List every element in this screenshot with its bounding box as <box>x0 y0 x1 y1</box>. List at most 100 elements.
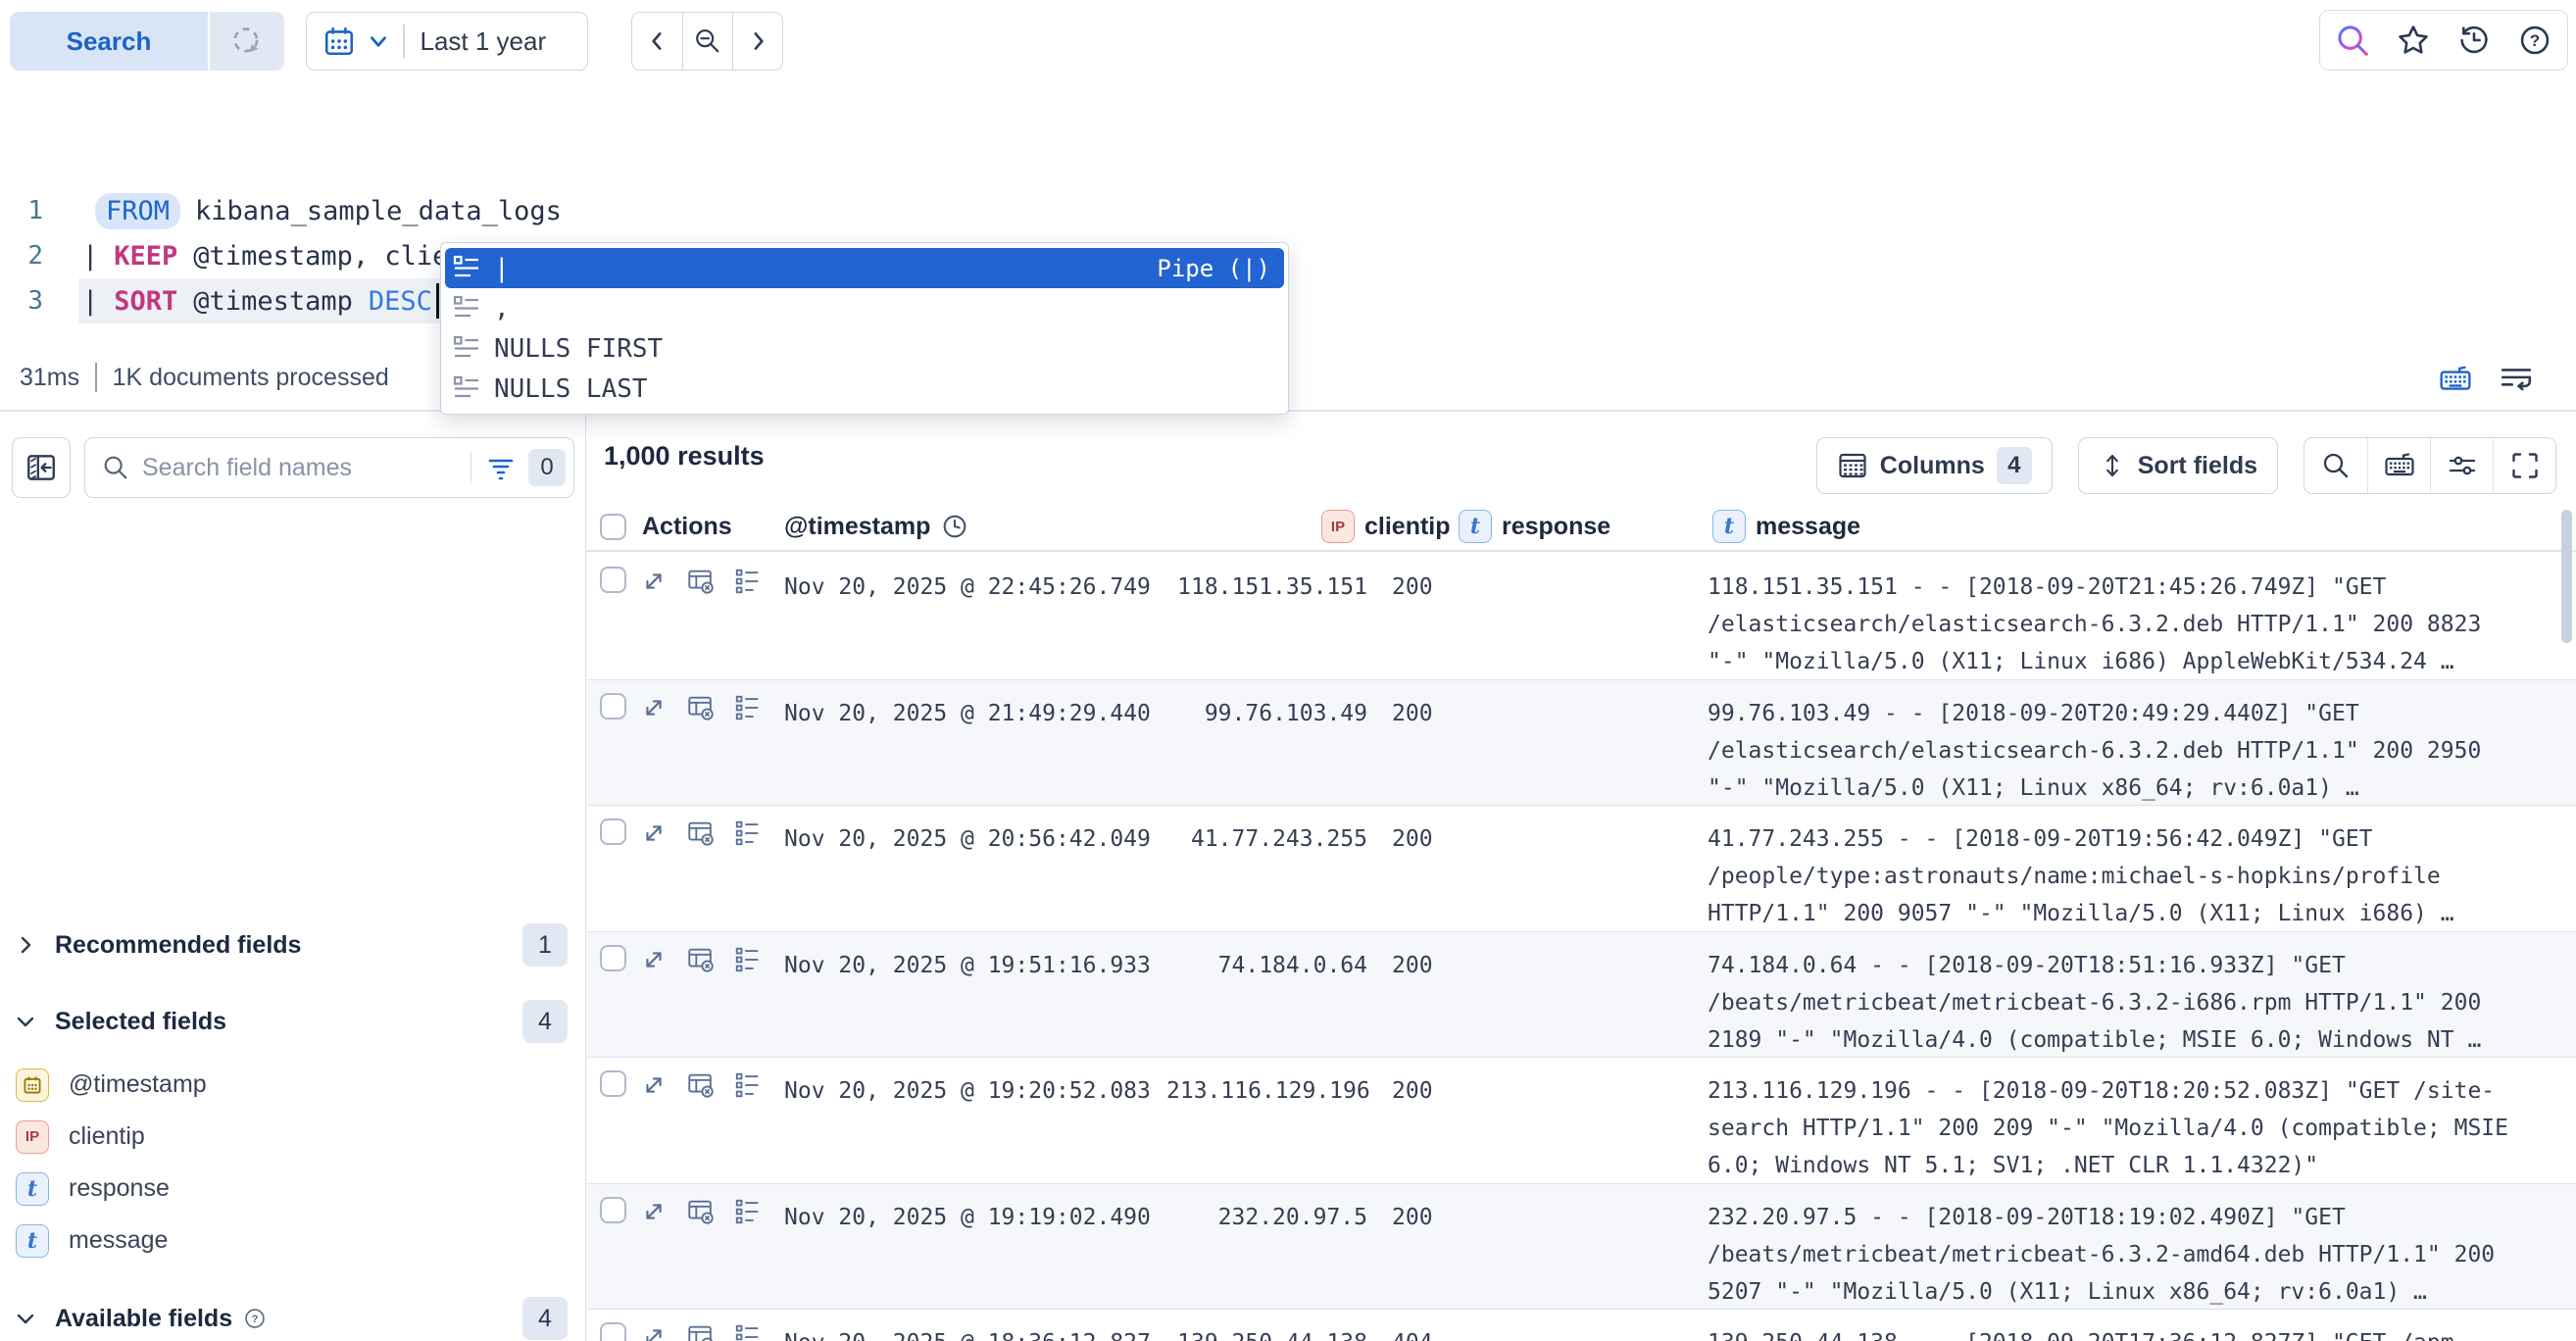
message-cell[interactable]: 74.184.0.64 - - [2018-09-20T18:51:16.933… <box>1708 932 2576 1058</box>
recent-history-icon[interactable] <box>2455 22 2493 59</box>
row-checkbox[interactable] <box>600 1322 626 1341</box>
expand-document-icon[interactable] <box>639 693 670 724</box>
view-details-icon[interactable] <box>733 693 765 724</box>
refresh-icon <box>229 24 265 59</box>
timestamp-header[interactable]: @timestamp <box>784 503 969 550</box>
response-cell[interactable]: 200 <box>1367 554 1708 679</box>
clientip-cell[interactable]: 139.250.44.138 <box>1166 1310 1367 1341</box>
expand-document-icon[interactable] <box>639 819 670 850</box>
clientip-cell[interactable]: 41.77.243.255 <box>1166 806 1367 931</box>
search-submit-button[interactable]: Search <box>10 12 208 71</box>
view-details-icon[interactable] <box>733 1070 765 1102</box>
message-header[interactable]: t message <box>1712 503 1860 550</box>
timestamp-cell[interactable]: Nov 20, 2025 @ 19:20:52.083 <box>784 1058 1166 1183</box>
view-details-icon[interactable] <box>733 567 765 598</box>
message-cell[interactable]: 213.116.129.196 - - [2018-09-20T18:20:52… <box>1708 1058 2576 1183</box>
response-cell[interactable]: 200 <box>1367 806 1708 931</box>
response-cell[interactable]: 404 <box>1367 1310 1708 1341</box>
field-search-input[interactable] <box>142 454 465 482</box>
row-checkbox[interactable] <box>600 819 626 845</box>
expand-document-icon[interactable] <box>639 1322 670 1341</box>
autocomplete-item[interactable]: NULLS LAST <box>445 369 1284 409</box>
text-token-icon: t <box>16 1172 49 1206</box>
expand-document-icon[interactable] <box>639 1197 670 1228</box>
previous-time-button[interactable] <box>632 13 682 70</box>
row-checkbox[interactable] <box>600 567 626 593</box>
view-details-icon[interactable] <box>733 1322 765 1341</box>
collapse-sidebar-button[interactable] <box>12 437 71 498</box>
pipe-token: | <box>82 286 98 317</box>
message-cell[interactable]: 99.76.103.49 - - [2018-09-20T20:49:29.44… <box>1708 680 2576 806</box>
row-checkbox[interactable] <box>600 693 626 720</box>
vertical-scrollbar[interactable] <box>2561 510 2572 643</box>
response-cell[interactable]: 200 <box>1367 1058 1708 1183</box>
toggle-column-in-table-icon[interactable] <box>686 819 718 850</box>
toggle-column-in-table-icon[interactable] <box>686 693 718 724</box>
selected-fields-section[interactable]: Selected fields 4 <box>14 1002 568 1041</box>
toggle-column-in-table-icon[interactable] <box>686 567 718 598</box>
row-checkbox[interactable] <box>600 1070 626 1097</box>
wrap-lines-icon[interactable] <box>2500 363 2533 396</box>
toggle-column-in-table-icon[interactable] <box>686 1070 718 1102</box>
clientip-header[interactable]: IP clientip <box>1321 503 1451 550</box>
clientip-cell[interactable]: 74.184.0.64 <box>1166 932 1367 1058</box>
keyboard-shortcuts-icon[interactable] <box>2439 363 2472 396</box>
toggle-column-in-table-icon[interactable] <box>686 1322 718 1341</box>
autocomplete-item[interactable]: , <box>445 288 1284 328</box>
expand-document-icon[interactable] <box>639 945 670 976</box>
expand-document-icon[interactable] <box>639 1070 670 1102</box>
select-all-checkbox[interactable] <box>600 514 626 540</box>
available-fields-section[interactable]: Available fields ? 4 <box>14 1299 568 1338</box>
zoom-out-time-button[interactable] <box>682 13 732 70</box>
row-checkbox[interactable] <box>600 1197 626 1223</box>
field-item[interactable]: @timestamp <box>16 1059 568 1111</box>
next-time-button[interactable] <box>732 13 782 70</box>
timestamp-cell[interactable]: Nov 20, 2025 @ 18:36:12.827 <box>784 1310 1166 1341</box>
response-cell[interactable]: 200 <box>1367 680 1708 806</box>
recommended-fields-section[interactable]: Recommended fields 1 <box>14 925 568 965</box>
toggle-column-in-table-icon[interactable] <box>686 1197 718 1228</box>
keyword-desc: DESC <box>369 286 432 317</box>
field-item[interactable]: t message <box>16 1215 568 1266</box>
toggle-column-in-table-icon[interactable] <box>686 945 718 976</box>
message-cell[interactable]: 139.250.44.138 - - [2018-09-20T17:36:12.… <box>1708 1310 2576 1341</box>
expand-document-icon[interactable] <box>639 567 670 598</box>
timestamp-cell[interactable]: Nov 20, 2025 @ 21:49:29.440 <box>784 680 1166 806</box>
response-cell[interactable]: 200 <box>1367 1184 1708 1310</box>
message-cell[interactable]: 41.77.243.255 - - [2018-09-20T19:56:42.0… <box>1708 806 2576 931</box>
field-item[interactable]: IP clientip <box>16 1111 568 1163</box>
field-item[interactable]: t response <box>16 1163 568 1215</box>
refresh-button[interactable] <box>210 12 284 71</box>
fullscreen-icon[interactable] <box>2493 438 2555 493</box>
clientip-cell[interactable]: 118.151.35.151 <box>1166 554 1367 679</box>
timestamp-cell[interactable]: Nov 20, 2025 @ 19:19:02.490 <box>784 1184 1166 1310</box>
display-options-icon[interactable] <box>2430 438 2493 493</box>
sort-fields-button[interactable]: Sort fields <box>2078 437 2278 494</box>
clientip-cell[interactable]: 213.116.129.196 <box>1166 1058 1367 1183</box>
search-in-grid-icon[interactable] <box>2304 438 2367 493</box>
columns-button[interactable]: Columns 4 <box>1816 437 2053 494</box>
sort-field: @timestamp <box>193 286 353 317</box>
view-details-icon[interactable] <box>733 945 765 976</box>
date-picker[interactable]: Last 1 year <box>306 12 588 71</box>
row-checkbox[interactable] <box>600 945 626 971</box>
message-cell[interactable]: 232.20.97.5 - - [2018-09-20T18:19:02.490… <box>1708 1184 2576 1310</box>
timestamp-cell[interactable]: Nov 20, 2025 @ 22:45:26.749 <box>784 554 1166 679</box>
favorites-star-icon[interactable] <box>2395 22 2432 59</box>
view-details-icon[interactable] <box>733 819 765 850</box>
message-cell[interactable]: 118.151.35.151 - - [2018-09-20T21:45:26.… <box>1708 554 2576 679</box>
clientip-cell[interactable]: 99.76.103.49 <box>1166 680 1367 806</box>
keyboard-icon[interactable] <box>2367 438 2430 493</box>
timestamp-cell[interactable]: Nov 20, 2025 @ 19:51:16.933 <box>784 932 1166 1058</box>
view-details-icon[interactable] <box>733 1197 765 1228</box>
response-cell[interactable]: 200 <box>1367 932 1708 1058</box>
available-fields-help-icon[interactable]: ? <box>242 1306 268 1331</box>
filter-fields-icon[interactable] <box>485 452 517 483</box>
autocomplete-item[interactable]: NULLS FIRST <box>445 328 1284 369</box>
help-icon[interactable]: ? <box>2516 22 2553 59</box>
clientip-cell[interactable]: 232.20.97.5 <box>1166 1184 1367 1310</box>
global-search-icon[interactable] <box>2334 22 2371 59</box>
timestamp-cell[interactable]: Nov 20, 2025 @ 20:56:42.049 <box>784 806 1166 931</box>
autocomplete-item[interactable]: | Pipe (|) <box>445 248 1284 288</box>
response-header[interactable]: t response <box>1459 503 1610 550</box>
